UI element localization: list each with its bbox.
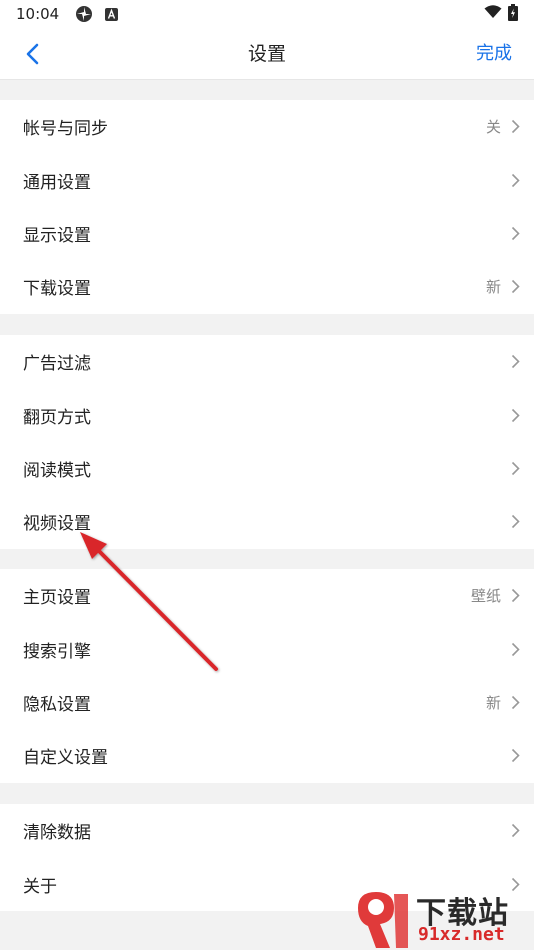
pinwheel-icon	[75, 5, 93, 23]
setting-label: 阅读模式	[23, 460, 91, 481]
setting-label: 自定义设置	[23, 748, 108, 769]
setting-value: 壁纸	[470, 587, 501, 606]
a-badge-icon	[105, 7, 119, 21]
setting-row-page-turn[interactable]: 翻页方式	[0, 388, 534, 441]
setting-value: 新	[485, 278, 501, 297]
chevron-right-icon	[511, 642, 520, 657]
chevron-right-icon	[511, 514, 520, 529]
setting-value: 关	[485, 118, 501, 137]
setting-label: 下载设置	[23, 279, 91, 300]
setting-row-ad-filter[interactable]: 广告过滤	[0, 335, 534, 388]
setting-label: 搜索引擎	[23, 641, 91, 662]
settings-group-reading: 广告过滤 翻页方式 阅读模式 视频设置	[0, 335, 534, 549]
setting-row-display[interactable]: 显示设置	[0, 207, 534, 260]
watermark-url: 91xz.net	[418, 924, 505, 945]
status-time: 10:04	[16, 5, 60, 23]
chevron-right-icon	[511, 695, 520, 710]
chevron-right-icon	[511, 823, 520, 838]
setting-row-clear-data[interactable]: 清除数据	[0, 804, 534, 857]
done-button[interactable]: 完成	[476, 28, 512, 80]
status-right	[484, 3, 518, 25]
nav-bar: 设置 完成	[0, 28, 534, 80]
chevron-right-icon	[511, 461, 520, 476]
battery-icon	[508, 3, 518, 25]
setting-value: 新	[485, 693, 501, 712]
settings-group-account: 帐号与同步 关 通用设置 显示设置 下载设置 新	[0, 100, 534, 314]
chevron-right-icon	[511, 588, 520, 603]
chevron-right-icon	[511, 748, 520, 763]
status-bar: 10:04	[0, 0, 534, 28]
setting-label: 翻页方式	[23, 407, 91, 428]
settings-group-home: 主页设置 壁纸 搜索引擎 隐私设置 新 自定义设置	[0, 569, 534, 783]
setting-label: 帐号与同步	[23, 119, 108, 140]
chevron-right-icon	[511, 279, 520, 294]
watermark-logo-icon	[358, 892, 408, 948]
setting-label: 清除数据	[23, 823, 91, 844]
setting-row-search-engine[interactable]: 搜索引擎	[0, 622, 534, 675]
chevron-right-icon	[511, 119, 520, 134]
setting-row-homepage[interactable]: 主页设置 壁纸	[0, 569, 534, 622]
setting-label: 通用设置	[23, 172, 91, 193]
setting-row-download[interactable]: 下载设置 新	[0, 260, 534, 313]
back-button[interactable]	[18, 40, 46, 68]
wifi-icon	[484, 5, 502, 23]
setting-row-reading-mode[interactable]: 阅读模式	[0, 442, 534, 495]
chevron-left-icon	[26, 43, 39, 65]
setting-label: 主页设置	[23, 588, 91, 609]
watermark: 下载站 91xz.net	[354, 888, 530, 950]
setting-label: 广告过滤	[23, 354, 91, 375]
setting-row-custom[interactable]: 自定义设置	[0, 729, 534, 782]
setting-row-privacy[interactable]: 隐私设置 新	[0, 676, 534, 729]
setting-label: 关于	[23, 876, 57, 897]
setting-row-general[interactable]: 通用设置	[0, 153, 534, 206]
chevron-right-icon	[511, 173, 520, 188]
chevron-right-icon	[511, 408, 520, 423]
setting-row-account-sync[interactable]: 帐号与同步 关	[0, 100, 534, 153]
chevron-right-icon	[511, 354, 520, 369]
page-title: 设置	[247, 43, 286, 65]
setting-label: 显示设置	[23, 225, 91, 246]
setting-label: 隐私设置	[23, 694, 91, 715]
setting-label: 视频设置	[23, 514, 91, 535]
chevron-right-icon	[511, 226, 520, 241]
setting-row-video[interactable]: 视频设置	[0, 495, 534, 548]
